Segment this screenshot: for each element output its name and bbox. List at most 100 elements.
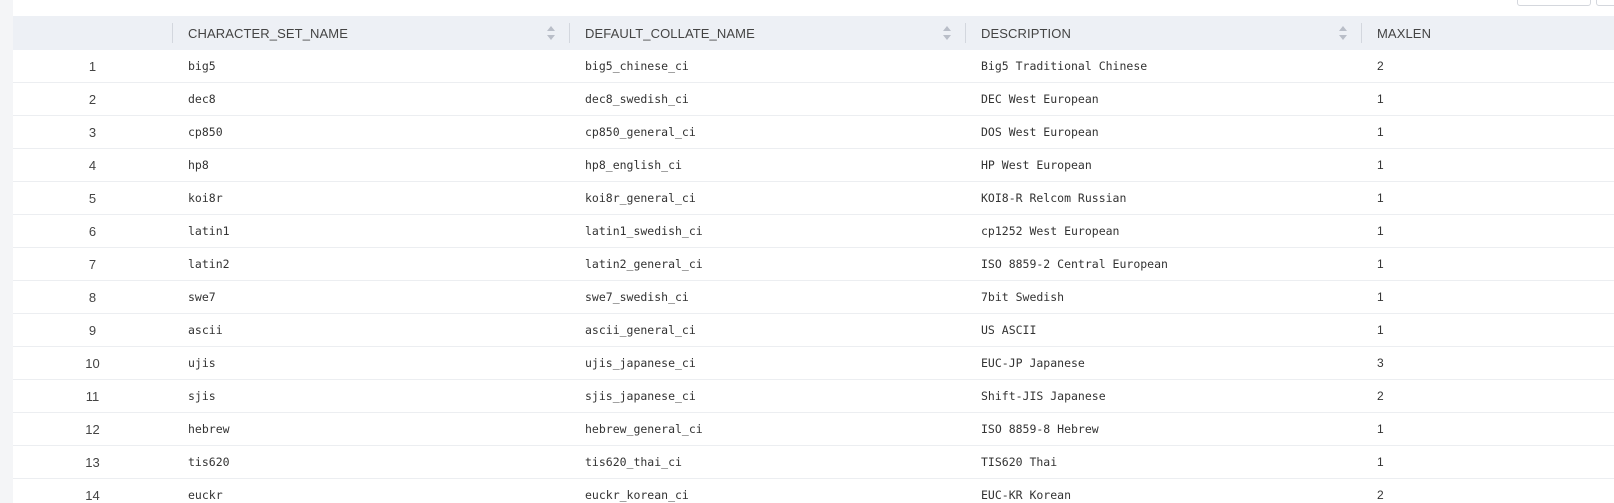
table-row[interactable]: 5 koi8r koi8r_general_ci KOI8-R Relcom Russ… (13, 182, 1614, 215)
table-row[interactable]: 3 cp850 cp850_general_ci DOS West European 1 (13, 116, 1614, 149)
default-collate-name-cell[interactable]: koi8r_general_ci (569, 182, 965, 215)
maxlen-cell[interactable]: 1 (1361, 215, 1614, 248)
character-set-name-cell[interactable]: ujis (172, 347, 569, 380)
row-index-cell[interactable]: 8 (13, 281, 172, 314)
toolbar-button[interactable] (1596, 0, 1614, 6)
character-set-name-cell[interactable]: hebrew (172, 413, 569, 446)
maxlen-cell[interactable]: 1 (1361, 116, 1614, 149)
table-row[interactable]: 13 tis620 tis620_thai_ci TIS620 Thai 1 (13, 446, 1614, 479)
default-collate-name-cell[interactable]: latin2_general_ci (569, 248, 965, 281)
maxlen-cell[interactable]: 1 (1361, 248, 1614, 281)
description-cell[interactable]: EUC-KR Korean (965, 479, 1361, 503)
toolbar-button[interactable] (1517, 0, 1591, 6)
row-index-cell[interactable]: 14 (13, 479, 172, 503)
row-index-cell[interactable]: 11 (13, 380, 172, 413)
default-collate-name-cell[interactable]: cp850_general_ci (569, 116, 965, 149)
character-set-name-cell[interactable]: latin1 (172, 215, 569, 248)
default-collate-name-cell[interactable]: big5_chinese_ci (569, 50, 965, 83)
table-row[interactable]: 9 ascii ascii_general_ci US ASCII 1 (13, 314, 1614, 347)
default-collate-name-cell[interactable]: euckr_korean_ci (569, 479, 965, 503)
default-collate-name-cell[interactable]: hebrew_general_ci (569, 413, 965, 446)
maxlen-cell[interactable]: 2 (1361, 380, 1614, 413)
maxlen-cell[interactable]: 3 (1361, 347, 1614, 380)
row-index-cell[interactable]: 1 (13, 50, 172, 83)
character-set-name-cell[interactable]: cp850 (172, 116, 569, 149)
column-header-maxlen[interactable]: MAXLEN (1361, 16, 1614, 50)
row-index-cell[interactable]: 9 (13, 314, 172, 347)
description-cell[interactable]: cp1252 West European (965, 215, 1361, 248)
character-set-name-cell[interactable]: koi8r (172, 182, 569, 215)
character-set-name-cell[interactable]: hp8 (172, 149, 569, 182)
table-row[interactable]: 12 hebrew hebrew_general_ci ISO 8859-8 Hebr… (13, 413, 1614, 446)
maxlen-cell[interactable]: 2 (1361, 50, 1614, 83)
character-set-name-cell[interactable]: euckr (172, 479, 569, 503)
description-cell[interactable]: ISO 8859-8 Hebrew (965, 413, 1361, 446)
maxlen-cell[interactable]: 1 (1361, 314, 1614, 347)
table-row[interactable]: 11 sjis sjis_japanese_ci Shift-JIS Japanese… (13, 380, 1614, 413)
result-table: CHARACTER_SET_NAME DEFAULT_COLLATE_NAME … (13, 16, 1614, 503)
left-panel-edge (0, 0, 13, 503)
table-row[interactable]: 4 hp8 hp8_english_ci HP West European 1 (13, 149, 1614, 182)
row-index-cell[interactable]: 4 (13, 149, 172, 182)
description-cell[interactable]: EUC-JP Japanese (965, 347, 1361, 380)
maxlen-cell[interactable]: 1 (1361, 281, 1614, 314)
row-index-cell[interactable]: 5 (13, 182, 172, 215)
character-set-name-cell[interactable]: sjis (172, 380, 569, 413)
maxlen-cell[interactable]: 1 (1361, 182, 1614, 215)
maxlen-cell[interactable]: 1 (1361, 413, 1614, 446)
column-header-label: DESCRIPTION (981, 25, 1071, 41)
character-set-name-cell[interactable]: ascii (172, 314, 569, 347)
row-index-cell[interactable]: 12 (13, 413, 172, 446)
row-index-cell[interactable]: 7 (13, 248, 172, 281)
default-collate-name-cell[interactable]: dec8_swedish_ci (569, 83, 965, 116)
table-row[interactable]: 10 ujis ujis_japanese_ci EUC-JP Japanese 3 (13, 347, 1614, 380)
table-row[interactable]: 8 swe7 swe7_swedish_ci 7bit Swedish 1 (13, 281, 1614, 314)
default-collate-name-cell[interactable]: sjis_japanese_ci (569, 380, 965, 413)
default-collate-name-cell[interactable]: ujis_japanese_ci (569, 347, 965, 380)
character-set-name-cell[interactable]: dec8 (172, 83, 569, 116)
description-cell[interactable]: ISO 8859-2 Central European (965, 248, 1361, 281)
column-header-index (13, 16, 172, 50)
description-cell[interactable]: US ASCII (965, 314, 1361, 347)
maxlen-cell[interactable]: 1 (1361, 149, 1614, 182)
description-cell[interactable]: 7bit Swedish (965, 281, 1361, 314)
top-toolbar (1517, 0, 1614, 6)
table-row[interactable]: 14 euckr euckr_korean_ci EUC-KR Korean 2 (13, 479, 1614, 503)
column-header-character-set-name[interactable]: CHARACTER_SET_NAME (172, 16, 569, 50)
character-set-name-cell[interactable]: latin2 (172, 248, 569, 281)
default-collate-name-cell[interactable]: hp8_english_ci (569, 149, 965, 182)
row-index-cell[interactable]: 2 (13, 83, 172, 116)
table-row[interactable]: 7 latin2 latin2_general_ci ISO 8859-2 Centr… (13, 248, 1614, 281)
sort-icon[interactable] (1339, 26, 1347, 40)
description-cell[interactable]: TIS620 Thai (965, 446, 1361, 479)
sort-icon[interactable] (943, 26, 951, 40)
table-row[interactable]: 1 big5 big5_chinese_ci Big5 Traditional Chi… (13, 50, 1614, 83)
default-collate-name-cell[interactable]: latin1_swedish_ci (569, 215, 965, 248)
default-collate-name-cell[interactable]: tis620_thai_ci (569, 446, 965, 479)
description-cell[interactable]: KOI8-R Relcom Russian (965, 182, 1361, 215)
maxlen-cell[interactable]: 1 (1361, 446, 1614, 479)
column-header-label: MAXLEN (1377, 25, 1432, 41)
column-header-default-collate-name[interactable]: DEFAULT_COLLATE_NAME (569, 16, 965, 50)
row-index-cell[interactable]: 3 (13, 116, 172, 149)
row-index-cell[interactable]: 6 (13, 215, 172, 248)
column-header-label: DEFAULT_COLLATE_NAME (585, 25, 755, 41)
description-cell[interactable]: HP West European (965, 149, 1361, 182)
maxlen-cell[interactable]: 2 (1361, 479, 1614, 503)
character-set-name-cell[interactable]: swe7 (172, 281, 569, 314)
table-row[interactable]: 6 latin1 latin1_swedish_ci cp1252 West Euro… (13, 215, 1614, 248)
sort-icon[interactable] (547, 26, 555, 40)
character-set-name-cell[interactable]: big5 (172, 50, 569, 83)
row-index-cell[interactable]: 13 (13, 446, 172, 479)
description-cell[interactable]: Big5 Traditional Chinese (965, 50, 1361, 83)
description-cell[interactable]: Shift-JIS Japanese (965, 380, 1361, 413)
default-collate-name-cell[interactable]: ascii_general_ci (569, 314, 965, 347)
description-cell[interactable]: DEC West European (965, 83, 1361, 116)
default-collate-name-cell[interactable]: swe7_swedish_ci (569, 281, 965, 314)
description-cell[interactable]: DOS West European (965, 116, 1361, 149)
character-set-name-cell[interactable]: tis620 (172, 446, 569, 479)
table-row[interactable]: 2 dec8 dec8_swedish_ci DEC West European 1 (13, 83, 1614, 116)
row-index-cell[interactable]: 10 (13, 347, 172, 380)
column-header-description[interactable]: DESCRIPTION (965, 16, 1361, 50)
maxlen-cell[interactable]: 1 (1361, 83, 1614, 116)
